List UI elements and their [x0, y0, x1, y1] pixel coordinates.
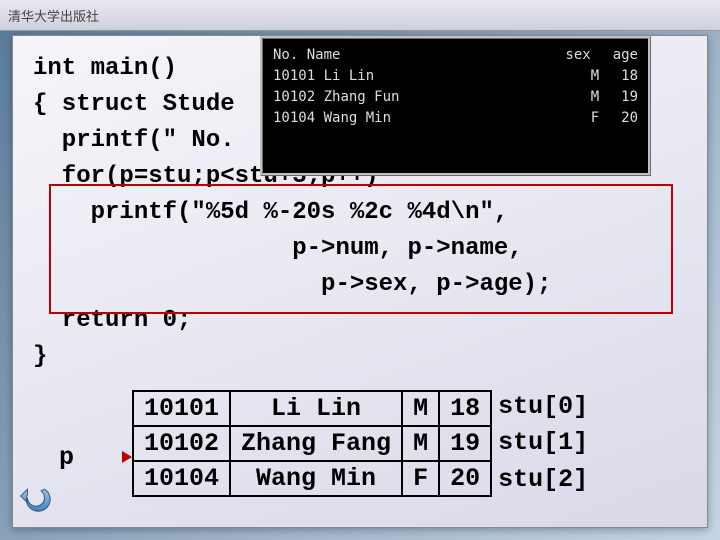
cell-num: 10102 — [133, 426, 230, 461]
console-cell: 19 — [621, 87, 638, 108]
undo-arrow-icon — [19, 479, 53, 513]
stu-index-label: stu[0] — [498, 389, 588, 425]
console-cell: 10102 — [273, 89, 315, 105]
table-row: 10104 Wang Min F 20 — [133, 461, 491, 496]
cell-age: 18 — [439, 391, 491, 426]
console-cell: M — [591, 66, 599, 87]
console-cell: 18 — [621, 66, 638, 87]
console-cell: Li Lin — [324, 68, 375, 84]
memory-diagram: p 10101 Li Lin M 18 10102 Zhang Fang M 1… — [59, 389, 588, 498]
code-line-8: return 0; — [33, 303, 687, 339]
cell-name: Wang Min — [230, 461, 402, 496]
cell-sex: M — [402, 391, 439, 426]
code-line-7: p->sex, p->age); — [33, 267, 687, 303]
cell-age: 19 — [439, 426, 491, 461]
console-header-age: age — [613, 45, 638, 66]
cell-name: Zhang Fang — [230, 426, 402, 461]
struct-table: 10101 Li Lin M 18 10102 Zhang Fang M 19 … — [132, 390, 492, 497]
cell-age: 20 — [439, 461, 491, 496]
index-labels: stu[0] stu[1] stu[2] — [498, 389, 588, 498]
table-row: 10101 Li Lin M 18 — [133, 391, 491, 426]
stu-index-label: stu[2] — [498, 462, 588, 498]
console-row: 10101 Li Lin M 18 — [273, 66, 638, 87]
cell-num: 10104 — [133, 461, 230, 496]
console-row: 10102 Zhang Fun M 19 — [273, 87, 638, 108]
code-line-5: printf("%5d %-20s %2c %4d\n", — [33, 195, 687, 231]
cell-sex: M — [402, 426, 439, 461]
console-header-left: No. Name — [273, 45, 340, 66]
console-header-sex: sex — [565, 45, 590, 66]
console-row: 10104 Wang Min F 20 — [273, 108, 638, 129]
console-cell: F — [591, 108, 599, 129]
console-cell: 10104 — [273, 110, 315, 126]
console-cell: M — [591, 87, 599, 108]
title-bar: 清华大学出版社 — [0, 0, 720, 31]
console-cell: 20 — [621, 108, 638, 129]
cell-sex: F — [402, 461, 439, 496]
console-output: No. Name sex age 10101 Li Lin M 18 10102… — [260, 36, 651, 176]
console-cell: Wang Min — [324, 110, 391, 126]
code-line-9: } — [33, 339, 687, 375]
console-header: No. Name sex age — [273, 45, 638, 66]
cell-num: 10101 — [133, 391, 230, 426]
cell-name: Li Lin — [230, 391, 402, 426]
console-cell: 10101 — [273, 68, 315, 84]
slide-content: int main() { struct Stude printf(" No. N… — [12, 35, 708, 528]
code-line-6: p->num, p->name, — [33, 231, 687, 267]
back-button[interactable] — [19, 479, 55, 515]
pointer-label: p — [59, 443, 74, 472]
console-cell: Zhang Fun — [324, 89, 400, 105]
stu-index-label: stu[1] — [498, 425, 588, 461]
table-row: 10102 Zhang Fang M 19 — [133, 426, 491, 461]
publisher-label: 清华大学出版社 — [8, 6, 99, 25]
